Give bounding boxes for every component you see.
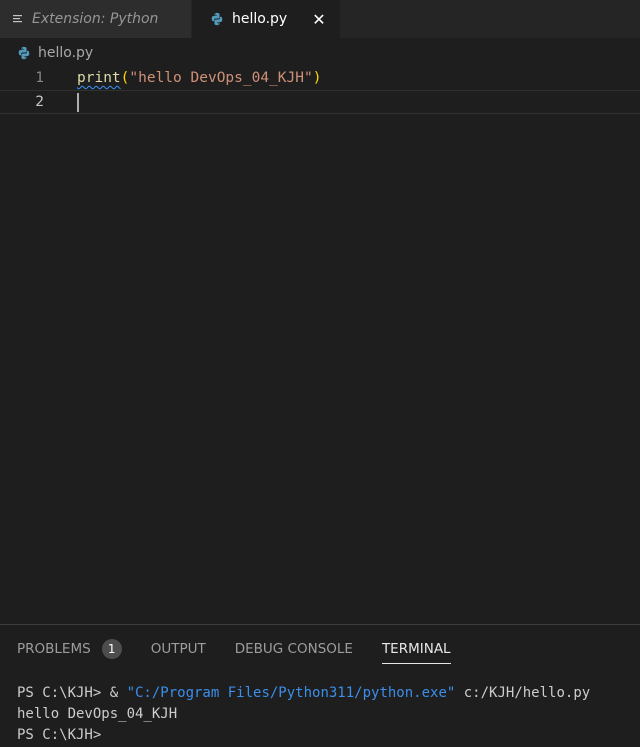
breadcrumb[interactable]: hello.py (0, 42, 640, 64)
terminal-line: PS C:\KJH> (17, 727, 110, 743)
text-cursor (77, 92, 79, 112)
terminal-output[interactable]: PS C:\KJH> & "C:/Program Files/Python311… (0, 673, 640, 746)
code-line[interactable]: 1 print("hello DevOps_04_KJH") (0, 66, 640, 90)
editor-tab-bar: Extension: Python hello.py ✕ (0, 0, 640, 38)
list-icon (12, 13, 24, 25)
tab-debug-console[interactable]: DEBUG CONSOLE (235, 634, 353, 664)
tab-label: OUTPUT (150, 641, 206, 657)
python-icon (17, 46, 31, 60)
tab-label: PROBLEMS (17, 641, 91, 657)
panel-tab-bar: PROBLEMS 1 OUTPUT DEBUG CONSOLE TERMINAL (0, 625, 640, 673)
tab-output[interactable]: OUTPUT (151, 634, 206, 664)
terminal-line: PS C:\KJH> & "C:/Program Files/Python311… (17, 683, 640, 704)
terminal-prompt: PS C:\KJH> & (17, 685, 127, 701)
line-number: 2 (35, 94, 44, 110)
code-content[interactable] (77, 92, 79, 112)
terminal-line: hello DevOps_04_KJH (17, 706, 178, 722)
string-token: "hello DevOps_04_KJH" (129, 70, 313, 86)
python-icon (210, 12, 224, 26)
tab-terminal[interactable]: TERMINAL (381, 634, 451, 664)
tab-label: TERMINAL (381, 641, 451, 657)
terminal-exe-path: "C:/Program Files/Python311/python.exe" (126, 685, 456, 701)
code-editor[interactable]: 1 print("hello DevOps_04_KJH") 2 (0, 66, 640, 624)
close-icon[interactable]: ✕ (310, 10, 328, 29)
line-number: 1 (35, 70, 44, 86)
tab-hello-py[interactable]: hello.py ✕ (192, 0, 340, 38)
function-token[interactable]: print (77, 70, 121, 86)
bracket-token: ) (312, 70, 322, 86)
code-content[interactable]: print("hello DevOps_04_KJH") (77, 70, 321, 86)
problems-count-badge: 1 (101, 639, 122, 659)
breadcrumb-file[interactable]: hello.py (38, 45, 93, 61)
tab-problems[interactable]: PROBLEMS 1 (17, 634, 122, 664)
terminal-arg: c:/KJH/hello.py (455, 685, 591, 701)
tab-extension-python[interactable]: Extension: Python (0, 0, 192, 38)
bottom-panel: PROBLEMS 1 OUTPUT DEBUG CONSOLE TERMINAL… (0, 624, 640, 747)
tab-label: Extension: Python (32, 11, 159, 27)
code-line-current[interactable]: 2 (0, 90, 640, 114)
tab-label: DEBUG CONSOLE (234, 641, 353, 657)
tab-label: hello.py (232, 11, 288, 27)
